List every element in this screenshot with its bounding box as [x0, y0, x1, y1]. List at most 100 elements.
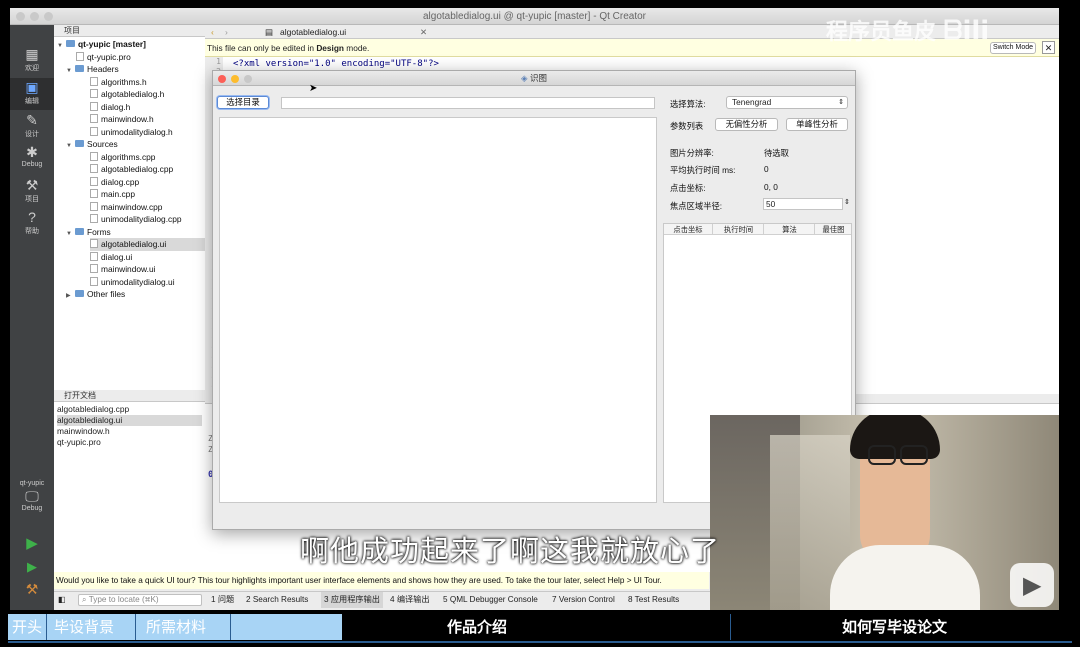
ui-file-icon: ▤ [265, 27, 274, 37]
col-header[interactable]: 执行时间 [714, 224, 764, 235]
ui-file-icon [90, 277, 98, 286]
dialog-minimize-button[interactable] [231, 75, 239, 83]
mode-projects[interactable]: ⚒ 项目 [10, 176, 54, 208]
kit-selector[interactable]: qt-yupic 🖵 Debug [10, 480, 54, 528]
mode-help[interactable]: ? 帮助 [10, 208, 54, 240]
tree-folder-other[interactable]: ▶ Other files [66, 288, 125, 301]
unbiased-analysis-button[interactable]: 无偏性分析 [715, 118, 778, 131]
algorithm-label: 选择算法: [670, 99, 706, 109]
open-doc-item[interactable]: qt-yupic.pro [57, 437, 101, 448]
image-view-area[interactable] [219, 117, 657, 503]
tree-item-header[interactable]: unimodalitydialog.h [90, 126, 173, 139]
play-icon: ▶ [1023, 572, 1042, 599]
tree-item-form[interactable]: mainwindow.ui [90, 263, 155, 276]
back-arrow-icon[interactable]: ‹ [211, 25, 214, 39]
open-doc-item[interactable]: algotabledialog.cpp [57, 404, 129, 415]
project-pane-header: 项目 [54, 25, 205, 37]
locator-input[interactable]: ⌕ Type to locate (⌘K) [78, 594, 202, 606]
debug-run-button[interactable]: ▶ [10, 558, 54, 578]
col-header[interactable]: 算法 [765, 224, 815, 235]
dialog-close-button[interactable] [218, 75, 226, 83]
window-title: algotabledialog.ui @ qt-yupic [master] -… [422, 11, 647, 22]
chapter-item-current[interactable]: 作品介绍 [447, 614, 507, 640]
open-doc-item[interactable]: mainwindow.h [57, 426, 110, 437]
chapter-divider [730, 614, 731, 640]
switch-mode-button[interactable]: Switch Mode [990, 42, 1036, 54]
build-button[interactable]: ⚒ [10, 580, 54, 600]
tree-folder-forms[interactable]: ▼ Forms [66, 226, 111, 239]
run-button[interactable]: ▶ [10, 535, 54, 555]
focus-radius-spinbox[interactable]: 50 [763, 198, 843, 210]
tree-item-source[interactable]: algorithms.cpp [90, 151, 155, 164]
status-tab-search[interactable]: 2 Search Results [246, 592, 308, 608]
toggle-sidebar-icon[interactable]: ◧ [58, 592, 66, 608]
select-directory-button[interactable]: 选择目录 [217, 96, 269, 109]
avg-time-value: 0 [764, 164, 769, 174]
watermark-logo: 程序员鱼皮 ᗷili [826, 16, 990, 46]
line-number: 1 [216, 57, 221, 66]
chapter-item[interactable]: 如何写毕设论文 [842, 614, 947, 640]
glasses-right [900, 445, 928, 465]
tree-folder-headers[interactable]: ▼ Headers [66, 63, 119, 76]
header-file-icon [90, 89, 98, 98]
forward-arrow-icon[interactable]: › [225, 25, 228, 39]
file-icon [76, 52, 84, 61]
dialog-zoom-button[interactable] [244, 75, 252, 83]
expand-arrow-icon: ▼ [66, 231, 72, 237]
play-overlay-button[interactable]: ▶ [1010, 563, 1054, 607]
open-documents-pane: 打开文档 algotabledialog.cpp algotabledialog… [54, 390, 205, 586]
open-doc-item-selected[interactable]: algotabledialog.ui [57, 415, 202, 426]
monitor-icon: 🖵 [25, 488, 39, 504]
close-infobar-icon[interactable]: ✕ [1042, 41, 1055, 54]
avg-time-label: 平均执行时间 ms: [670, 165, 736, 175]
status-tab-app-output[interactable]: 3 应用程序输出 [321, 592, 383, 608]
open-docs-header: 打开文档 [54, 390, 205, 402]
tree-folder-sources[interactable]: ▼ Sources [66, 138, 118, 151]
tree-item-form[interactable]: unimodalitydialog.ui [90, 276, 175, 289]
tree-item-form-selected[interactable]: algotabledialog.ui [90, 238, 205, 251]
col-header[interactable]: 点击坐标 [664, 224, 713, 235]
chapter-item[interactable]: 所需材料 [146, 614, 206, 640]
code-line-1[interactable]: <?xml version="1.0" encoding="UTF-8"?> [233, 59, 439, 69]
status-tab-qml-console[interactable]: 5 QML Debugger Console [443, 592, 538, 608]
mode-welcome[interactable]: ▦ 欢迎 [10, 45, 54, 77]
tree-item-form[interactable]: dialog.ui [90, 251, 132, 264]
tree-item-pro[interactable]: qt-yupic.pro [76, 51, 131, 64]
tree-item-source[interactable]: main.cpp [90, 188, 135, 201]
chapter-item[interactable]: 开头 [12, 614, 42, 640]
video-caption: 啊他成功起来了啊这我就放心了 [300, 534, 721, 568]
tree-item-source[interactable]: dialog.cpp [90, 176, 139, 189]
spin-arrows-icon[interactable]: ⇕ [844, 198, 850, 206]
cpp-file-icon [90, 164, 98, 173]
tree-root[interactable]: ▼ qt-yupic [master] [57, 38, 146, 51]
status-tab-compile[interactable]: 4 编译输出 [390, 592, 430, 608]
glasses-left [868, 445, 896, 465]
chapter-bar: 开头 毕设背景 所需材料 作品介绍 如何写毕设论文 [0, 610, 1080, 647]
expand-arrow-icon: ▼ [66, 143, 72, 149]
chapter-item[interactable]: 毕设背景 [54, 614, 114, 640]
algorithm-select[interactable]: Tenengrad ⇕ [726, 96, 848, 109]
status-tab-tests[interactable]: 8 Test Results [628, 592, 679, 608]
unimodal-analysis-button[interactable]: 单峰性分析 [786, 118, 848, 131]
mode-design[interactable]: ✎ 设计 [10, 111, 54, 143]
tree-item-header[interactable]: dialog.h [90, 101, 130, 114]
tree-item-source[interactable]: unimodalitydialog.cpp [90, 213, 182, 226]
close-window-button[interactable] [16, 12, 25, 21]
tree-item-header[interactable]: algotabledialog.h [90, 88, 164, 101]
editor-tab[interactable]: algotabledialog.ui [280, 25, 346, 39]
tree-item-header[interactable]: mainwindow.h [90, 113, 154, 126]
path-field[interactable] [281, 97, 655, 109]
tree-item-source[interactable]: mainwindow.cpp [90, 201, 162, 214]
tree-item-header[interactable]: algorithms.h [90, 76, 147, 89]
mode-debug[interactable]: ✱ Debug [10, 143, 54, 175]
zoom-window-button[interactable] [44, 12, 53, 21]
close-tab-icon[interactable]: ✕ [420, 25, 427, 39]
tree-item-source[interactable]: algotabledialog.cpp [90, 163, 173, 176]
cpp-file-icon [90, 189, 98, 198]
ui-file-icon [90, 252, 98, 261]
status-tab-vcs[interactable]: 7 Version Control [552, 592, 615, 608]
col-header[interactable]: 最佳图 [816, 224, 851, 235]
status-tab-issues[interactable]: 1 问题 [211, 592, 234, 608]
mode-edit[interactable]: ▣ 编辑 [10, 78, 54, 110]
minimize-window-button[interactable] [30, 12, 39, 21]
